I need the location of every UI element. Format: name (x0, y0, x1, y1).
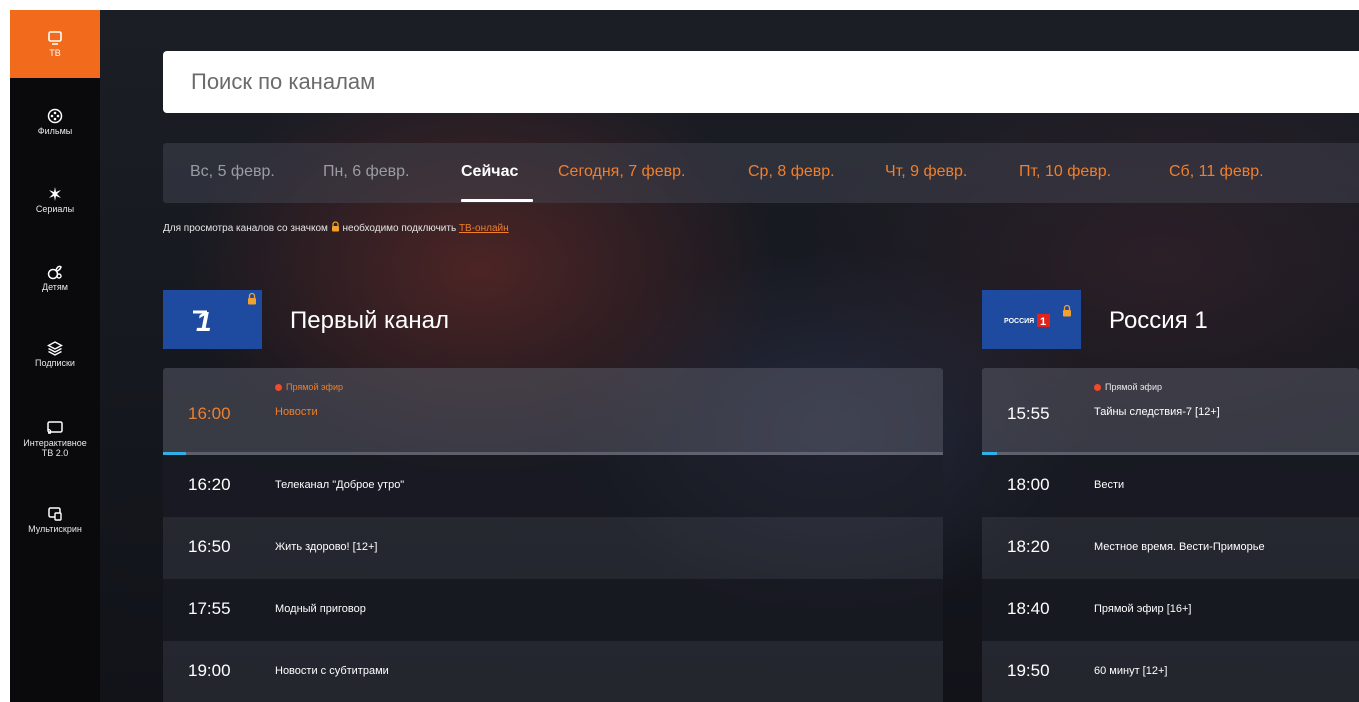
program-time: 18:00 (1007, 475, 1050, 494)
channel-name: Первый канал (290, 307, 449, 334)
date-tab-mon-6[interactable]: Пн, 6 февр. (323, 163, 409, 181)
program-title: Тайны следствия-7 [12+] (1094, 406, 1220, 418)
svg-text:1: 1 (1040, 316, 1046, 328)
tv-online-link[interactable]: ТВ-онлайн (459, 223, 509, 234)
sidebar-item-series[interactable]: Сериалы (10, 186, 100, 214)
program-title: Жить здорово! [12+] (275, 541, 378, 553)
sidebar-item-multiscreen[interactable]: Мультискрин (10, 506, 100, 534)
date-tab-sat-11[interactable]: Сб, 11 февр. (1169, 163, 1264, 181)
date-tab-wed-8[interactable]: Ср, 8 февр. (748, 163, 835, 181)
program-time: 19:50 (1007, 661, 1050, 680)
sidebar-item-label: Сериалы (35, 204, 75, 214)
program-title: Местное время. Вести-Приморье (1094, 541, 1265, 553)
schedule-list: Прямой эфир 15:55 Тайны следствия-7 [12+… (982, 368, 1359, 702)
program-row[interactable]: 16:20 Телеканал "Доброе утро" (163, 455, 943, 517)
svg-text:РОССИЯ: РОССИЯ (1004, 318, 1034, 325)
sidebar-item-kids[interactable]: Детям (10, 264, 100, 292)
notice-text-before: Для просмотра каналов со значком (163, 223, 328, 234)
program-time: 19:00 (188, 661, 231, 680)
program-time: 18:20 (1007, 537, 1050, 556)
sidebar-item-label: Мультискрин (28, 524, 82, 534)
film-reel-icon (47, 108, 63, 124)
sidebar-item-label: Фильмы (37, 126, 73, 136)
lock-icon (331, 221, 339, 232)
program-title: 60 минут [12+] (1094, 665, 1168, 677)
program-time: 16:20 (188, 475, 231, 494)
program-time: 16:00 (188, 404, 231, 423)
program-title: Модный приговор (275, 603, 366, 615)
program-title: Вести (1094, 479, 1125, 491)
live-program-row[interactable]: Прямой эфир 16:00 Новости (163, 368, 943, 455)
program-row[interactable]: 18:40 Прямой эфир [16+] (982, 579, 1359, 641)
live-badge-text: Прямой эфир (286, 382, 343, 392)
sidebar-item-label: Подписки (35, 358, 75, 368)
sidebar: ТВ Фильмы Сериалы Детям Подписки Интерак… (10, 10, 100, 702)
schedule-list: Прямой эфир 16:00 Новости 16:20 Телекана… (163, 368, 943, 702)
kids-icon (47, 265, 62, 280)
program-row[interactable]: 17:55 Модный приговор (163, 579, 943, 641)
tv-icon (48, 31, 62, 45)
live-dot-icon (1094, 384, 1101, 391)
notice-text-after: необходимо подключить (342, 223, 457, 234)
channel-logo[interactable]: РОССИЯ 1 (982, 290, 1081, 349)
app-window: ТВ Фильмы Сериалы Детям Подписки Интерак… (10, 10, 1359, 702)
program-time: 17:55 (188, 599, 231, 618)
sidebar-item-subscriptions[interactable]: Подписки (10, 340, 100, 368)
subscription-notice: Для просмотра каналов со значком необход… (163, 221, 509, 234)
channel-name: Россия 1 (1109, 307, 1208, 334)
rossiya-1-logo-icon: РОССИЯ 1 (1004, 314, 1050, 328)
program-title: Телеканал "Доброе утро" (275, 479, 405, 491)
multiscreen-icon (48, 507, 62, 521)
sidebar-item-interactive-tv[interactable]: Интерактивное ТВ 2.0 (10, 420, 100, 458)
live-program-row[interactable]: Прямой эфир 15:55 Тайны следствия-7 [12+… (982, 368, 1359, 455)
channel-search-input[interactable]: Поиск по каналам (163, 51, 1359, 113)
program-title: Новости с субтитрами (275, 665, 389, 677)
sidebar-item-films[interactable]: Фильмы (10, 108, 100, 136)
date-tab-sun-5[interactable]: Вс, 5 февр. (190, 163, 275, 181)
active-tab-indicator (461, 199, 533, 202)
channel-logo[interactable]: 1 (163, 290, 262, 349)
program-time: 18:40 (1007, 599, 1050, 618)
cast-icon (47, 421, 63, 434)
lock-icon (248, 292, 256, 305)
date-tab-today-7[interactable]: Сегодня, 7 февр. (558, 163, 685, 181)
program-time: 15:55 (1007, 404, 1050, 423)
program-time: 16:50 (188, 537, 231, 556)
date-tab-thu-9[interactable]: Чт, 9 февр. (885, 163, 967, 181)
series-icon (49, 187, 61, 201)
live-badge: Прямой эфир (1094, 382, 1162, 392)
lock-icon (1063, 304, 1071, 317)
live-dot-icon (275, 384, 282, 391)
program-row[interactable]: 19:00 Новости с субтитрами (163, 641, 943, 702)
program-row[interactable]: 16:50 Жить здорово! [12+] (163, 517, 943, 579)
sidebar-item-tv[interactable]: ТВ (10, 10, 100, 78)
live-badge: Прямой эфир (275, 382, 343, 392)
program-title: Прямой эфир [16+] (1094, 603, 1192, 615)
sidebar-item-label: ТВ (49, 48, 61, 58)
search-placeholder: Поиск по каналам (191, 69, 376, 94)
sidebar-item-label: Интерактивное ТВ 2.0 (23, 438, 87, 458)
date-tabs: Вс, 5 февр. Пн, 6 февр. Сейчас Сегодня, … (163, 143, 1359, 203)
date-tab-fri-10[interactable]: Пт, 10 февр. (1019, 163, 1111, 181)
program-row[interactable]: 19:50 60 минут [12+] (982, 641, 1359, 702)
live-badge-text: Прямой эфир (1105, 382, 1162, 392)
program-row[interactable]: 18:20 Местное время. Вести-Приморье (982, 517, 1359, 579)
program-row[interactable]: 18:00 Вести (982, 455, 1359, 517)
date-tab-now[interactable]: Сейчас (461, 163, 518, 181)
layers-icon (47, 341, 63, 356)
sidebar-item-label: Детям (42, 282, 68, 292)
program-title: Новости (275, 406, 318, 418)
